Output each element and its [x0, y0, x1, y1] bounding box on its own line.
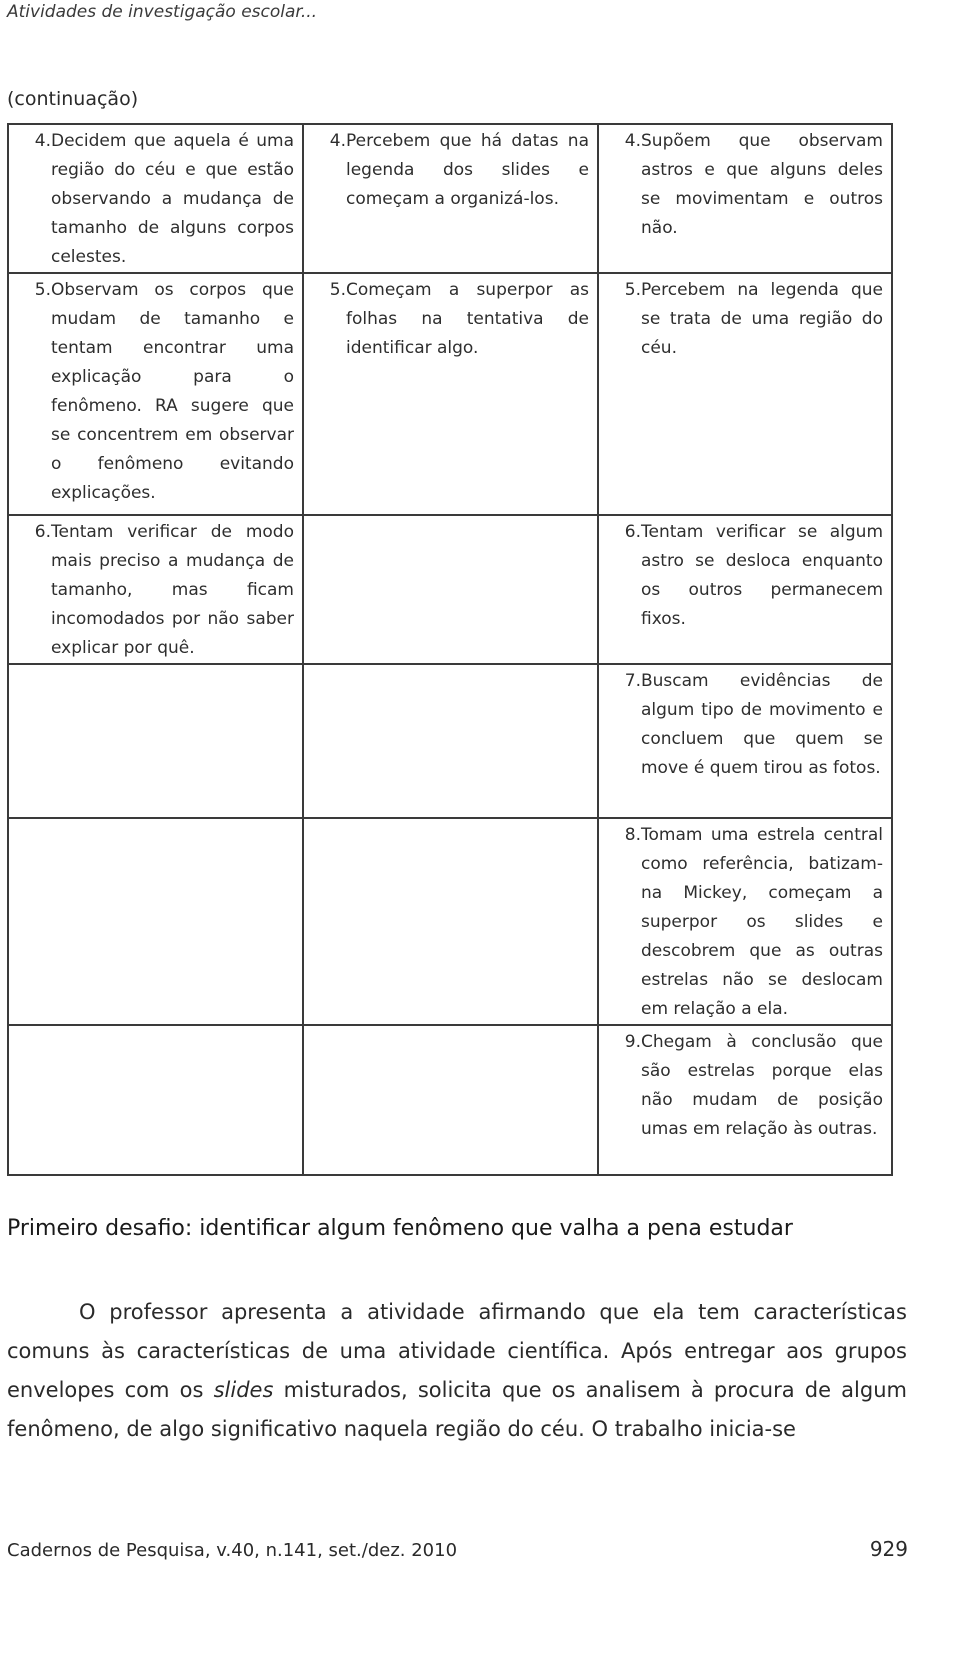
item-number: 7.: [624, 671, 641, 691]
list-item: 6. Tentam verificar de modo mais preciso …: [17, 518, 294, 663]
table-cell: [302, 514, 599, 665]
table-cell: 5. Começam a superpor as folhas na tentat…: [302, 272, 599, 516]
list-item: 4. Decidem que aquela é uma região do céu…: [17, 127, 294, 272]
table-cell: 8. Tomam uma estrela central como referên…: [597, 817, 893, 1026]
item-text: Observam os corpos que mudam de tamanho …: [51, 280, 294, 503]
item-text: Supõem que observam astros e que alguns …: [641, 131, 883, 238]
footer-journal-citation: Cadernos de Pesquisa, v.40, n.141, set./…: [7, 1540, 458, 1561]
item-number: 5.: [329, 280, 346, 300]
running-title: Atividades de investigação escolar...: [7, 2, 318, 22]
item-number: 4.: [624, 131, 641, 151]
table-row: 6. Tentam verificar de modo mais preciso …: [7, 514, 893, 665]
table-cell: [7, 663, 304, 819]
table-cell: 6. Tentam verificar de modo mais preciso …: [7, 514, 304, 665]
table-cell: 9. Chegam à conclusão que são estrelas po…: [597, 1024, 893, 1176]
item-text: Tentam verificar se algum astro se deslo…: [641, 522, 883, 629]
item-text: Decidem que aquela é uma região do céu e…: [51, 131, 294, 267]
table-cell: 5. Percebem na legenda que se trata de um…: [597, 272, 893, 516]
section-heading: Primeiro desafio: identificar algum fenô…: [7, 1216, 793, 1241]
item-text: Percebem na legenda que se trata de uma …: [641, 280, 883, 358]
item-number: 6.: [624, 522, 641, 542]
list-item: 7. Buscam evidências de algum tipo de mov…: [607, 667, 883, 783]
activities-table: 4. Decidem que aquela é uma região do céu…: [7, 123, 893, 1176]
table-row: 4. Decidem que aquela é uma região do céu…: [7, 123, 893, 274]
list-item: 8. Tomam uma estrela central como referên…: [607, 821, 883, 1024]
table-cell: 4. Supõem que observam astros e que algun…: [597, 123, 893, 274]
table-cell: [302, 663, 599, 819]
paragraph-italic-term: slides: [213, 1378, 274, 1402]
table-cell: [302, 817, 599, 1026]
item-text: Percebem que há datas na legenda dos sli…: [346, 131, 589, 209]
list-item: 5. Começam a superpor as folhas na tentat…: [312, 276, 589, 363]
table-row: 8. Tomam uma estrela central como referên…: [7, 817, 893, 1026]
item-number: 6.: [34, 522, 51, 542]
list-item: 5. Observam os corpos que mudam de tamanh…: [17, 276, 294, 508]
item-number: 5.: [34, 280, 51, 300]
item-number: 5.: [624, 280, 641, 300]
table-cell: 6. Tentam verificar se algum astro se des…: [597, 514, 893, 665]
table-cell: [7, 817, 304, 1026]
body-paragraph: O professor apresenta a atividade afirma…: [7, 1293, 907, 1449]
item-number: 4.: [329, 131, 346, 151]
table-cell: [302, 1024, 599, 1176]
table-row: 9. Chegam à conclusão que são estrelas po…: [7, 1024, 893, 1176]
list-item: 6. Tentam verificar se algum astro se des…: [607, 518, 883, 634]
table-row: 5. Observam os corpos que mudam de tamanh…: [7, 272, 893, 516]
list-item: 4. Supõem que observam astros e que algun…: [607, 127, 883, 243]
item-text: Tentam verificar de modo mais preciso a …: [51, 522, 294, 658]
item-number: 4.: [34, 131, 51, 151]
list-item: 5. Percebem na legenda que se trata de um…: [607, 276, 883, 363]
table-cell: 7. Buscam evidências de algum tipo de mov…: [597, 663, 893, 819]
item-number: 8.: [624, 825, 641, 845]
continuation-label: (continuação): [7, 88, 139, 110]
page-number: 929: [869, 1537, 908, 1561]
table-cell: [7, 1024, 304, 1176]
table-cell: 5. Observam os corpos que mudam de tamanh…: [7, 272, 304, 516]
list-item: 9. Chegam à conclusão que são estrelas po…: [607, 1028, 883, 1144]
item-number: 9.: [624, 1032, 641, 1052]
item-text: Tomam uma estrela central como referênci…: [641, 825, 883, 1019]
list-item: 4. Percebem que há datas na legenda dos s…: [312, 127, 589, 214]
item-text: Chegam à conclusão que são estrelas porq…: [641, 1032, 883, 1139]
item-text: Buscam evidências de algum tipo de movim…: [641, 671, 883, 778]
table-row: 7. Buscam evidências de algum tipo de mov…: [7, 663, 893, 819]
table-cell: 4. Percebem que há datas na legenda dos s…: [302, 123, 599, 274]
item-text: Começam a superpor as folhas na tentativ…: [346, 280, 589, 358]
table-cell: 4. Decidem que aquela é uma região do céu…: [7, 123, 304, 274]
